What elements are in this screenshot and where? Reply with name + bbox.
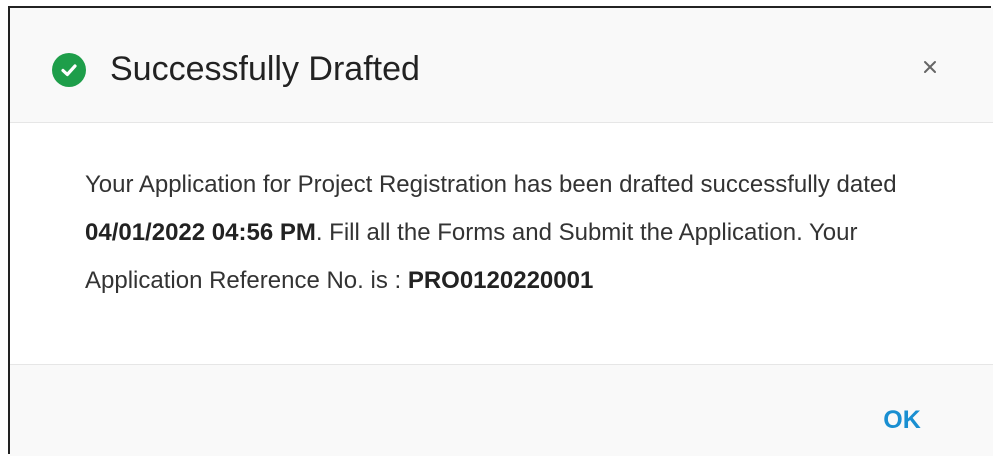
dialog-body: Your Application for Project Registratio…	[10, 123, 993, 365]
ok-button[interactable]: OK	[872, 403, 932, 437]
close-icon	[924, 61, 936, 73]
success-dialog: Successfully Drafted Your Application fo…	[8, 6, 993, 456]
message-text-start: Your Application for Project Registratio…	[85, 171, 897, 198]
drafted-date: 04/01/2022 04:56 PM	[85, 219, 316, 246]
dialog-header: Successfully Drafted	[10, 8, 993, 123]
reference-number: PRO0120220001	[407, 267, 594, 294]
check-circle-icon	[52, 53, 86, 87]
dialog-footer: OK	[10, 365, 993, 456]
dialog-message: Your Application for Project Registratio…	[85, 161, 945, 305]
close-button[interactable]	[914, 51, 946, 83]
dialog-title: Successfully Drafted	[110, 50, 420, 88]
